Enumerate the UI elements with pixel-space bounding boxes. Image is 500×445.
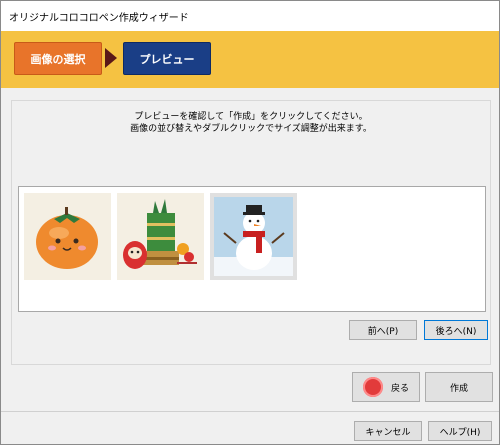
new-year-decoration-image xyxy=(117,193,204,280)
step-arrow-icon xyxy=(105,48,117,68)
instructions: プレビューを確認して「作成」をクリックしてください。 画像の並び替えやダブルクリ… xyxy=(12,111,490,135)
footer-separator xyxy=(1,411,499,412)
create-button[interactable]: 作成 xyxy=(425,372,493,402)
window-title: オリジナルコロコロペン作成ウィザード xyxy=(9,13,189,24)
next-button[interactable]: 後ろへ(N) xyxy=(424,320,488,340)
step-image-selection: 画像の選択 xyxy=(14,42,102,75)
back-arrow-icon xyxy=(362,377,383,397)
cancel-button[interactable]: キャンセル xyxy=(354,421,422,441)
back-button[interactable]: 戻る xyxy=(352,372,420,402)
step-bar: 画像の選択 プレビュー xyxy=(1,31,499,88)
instruction-line-2: 画像の並び替えやダブルクリックでサイズ調整が出来ます。 xyxy=(130,124,372,134)
instruction-line-1: プレビューを確認して「作成」をクリックしてください。 xyxy=(134,112,368,122)
thumbnail-new-year-decoration[interactable] xyxy=(117,193,204,280)
back-button-label: 戻る xyxy=(390,383,409,394)
wizard-window: オリジナルコロコロペン作成ウィザード 画像の選択 プレビュー プレビューを確認し… xyxy=(0,0,500,445)
persimmon-image xyxy=(24,193,111,280)
step-preview: プレビュー xyxy=(123,42,211,75)
snowman-image xyxy=(210,193,297,280)
prev-button[interactable]: 前へ(P) xyxy=(349,320,417,340)
title-bar: オリジナルコロコロペン作成ウィザード xyxy=(1,1,499,31)
thumbnail-snowman[interactable] xyxy=(210,193,297,280)
thumbnail-strip[interactable] xyxy=(18,186,486,312)
help-button[interactable]: ヘルプ(H) xyxy=(428,421,492,441)
preview-panel: プレビューを確認して「作成」をクリックしてください。 画像の並び替えやダブルクリ… xyxy=(11,100,491,365)
thumbnail-persimmon[interactable] xyxy=(24,193,111,280)
